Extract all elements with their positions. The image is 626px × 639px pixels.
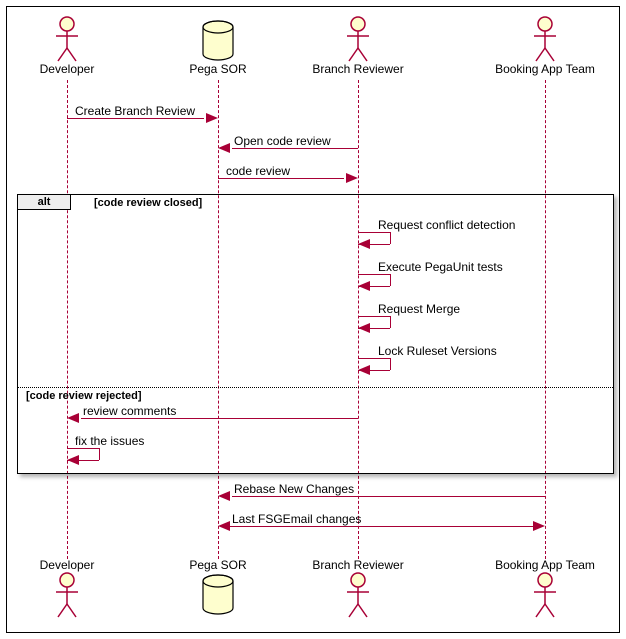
actor-reviewer-bottom: Branch Reviewer [298, 558, 418, 618]
msg-review-comments: review comments [67, 418, 358, 434]
alt-guard-1: [code review closed] [94, 197, 202, 209]
alt-guard-2: [code review rejected] [26, 390, 142, 402]
arrow-left-icon [218, 491, 230, 501]
msg-rebase: Rebase New Changes [218, 496, 545, 512]
actor-label: Developer [7, 62, 127, 76]
arrow-right-icon [533, 521, 545, 531]
msg-code-review: code review [218, 178, 358, 194]
actor-label: Branch Reviewer [298, 62, 418, 76]
actor-reviewer-top: Branch Reviewer [298, 16, 418, 76]
msg-create-branch-review: Create Branch Review [67, 118, 218, 134]
actor-booking-top: Booking App Team [485, 16, 605, 76]
msg-open-code-review: Open code review [218, 148, 358, 164]
arrow-left-icon [358, 281, 370, 291]
actor-developer-top: Developer [7, 16, 127, 76]
db-pegasor-top [201, 20, 235, 67]
alt-separator [18, 387, 613, 388]
actor-booking-bottom: Booking App Team [485, 558, 605, 618]
actor-label: Booking App Team [485, 62, 605, 76]
actor-label: Branch Reviewer [298, 558, 418, 572]
db-label-top: Pega SOR [158, 62, 278, 76]
arrow-right-icon [346, 173, 358, 183]
alt-tag: alt [18, 195, 71, 210]
arrow-left-icon [218, 143, 230, 153]
db-pegasor-bottom [201, 574, 235, 621]
db-label-bottom: Pega SOR [158, 558, 278, 572]
arrow-right-icon [206, 113, 218, 123]
actor-developer-bottom: Developer [7, 558, 127, 618]
actor-label: Booking App Team [485, 558, 605, 572]
arrow-left-icon [358, 323, 370, 333]
arrow-left-icon [67, 413, 79, 423]
arrow-left-icon [218, 521, 230, 531]
arrow-left-icon [358, 239, 370, 249]
arrow-left-icon [358, 365, 370, 375]
arrow-left-icon [67, 455, 79, 465]
actor-label: Developer [7, 558, 127, 572]
